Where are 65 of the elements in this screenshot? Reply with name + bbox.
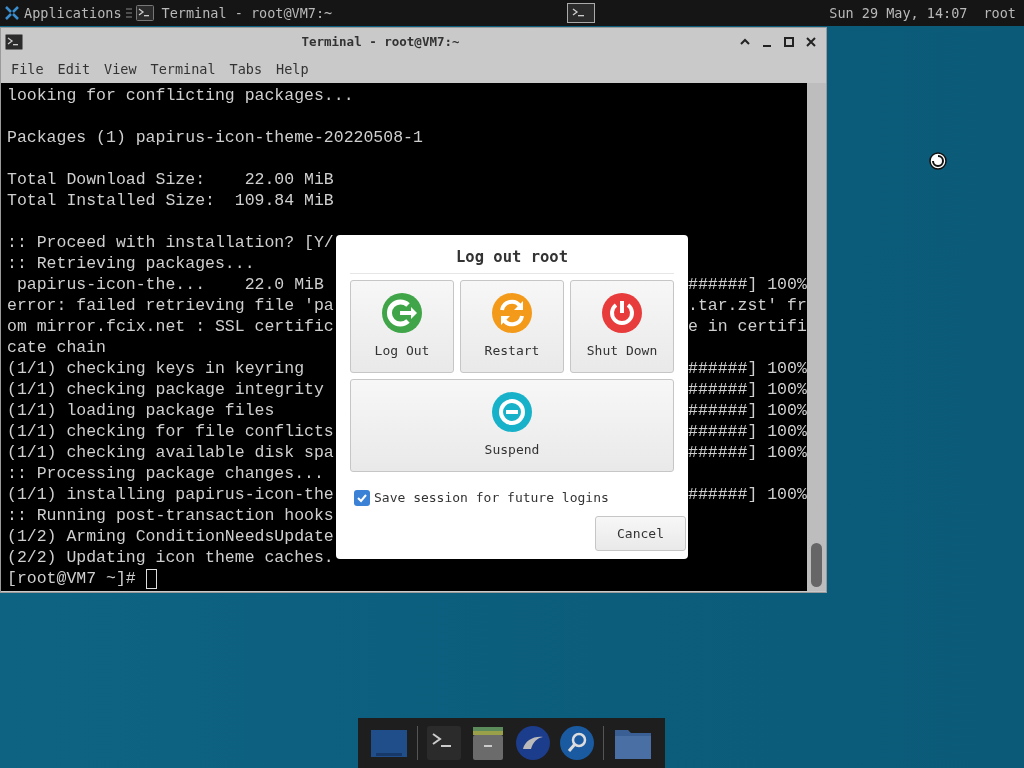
menu-item[interactable]: File	[5, 59, 52, 80]
terminal-line: (2/2) Updating icon theme caches.	[7, 547, 334, 568]
applications-menu[interactable]: Applications	[24, 2, 122, 24]
menu-item[interactable]: Help	[270, 59, 317, 80]
menu-item[interactable]: Terminal	[144, 59, 224, 80]
terminal-line: looking for conflicting packages...	[7, 85, 354, 106]
terminal-line: papirus-icon-the... 22.0 MiB	[15, 274, 324, 295]
handle-icon	[125, 7, 132, 19]
terminal-line: :: Processing package changes...	[7, 463, 324, 484]
terminal-line: e in certifi	[688, 316, 807, 337]
terminal-line: Total Installed Size: 109.84 MiB	[7, 190, 334, 211]
text-cursor	[145, 568, 157, 589]
save-session-checkbox[interactable]	[354, 489, 370, 506]
terminal-icon[interactable]	[425, 725, 462, 761]
suspend-button[interactable]: Suspend	[350, 379, 674, 472]
cancel-button[interactable]: Cancel	[595, 516, 686, 551]
window-title: Terminal - root@VM7:~	[300, 32, 461, 51]
terminal-line: ######] 100%	[688, 421, 807, 442]
app-menu-logo-icon[interactable]	[4, 5, 20, 21]
log-out-button[interactable]: Log Out	[350, 280, 454, 373]
user-name[interactable]: root	[983, 2, 1016, 24]
menu-item[interactable]: Tabs	[223, 59, 271, 80]
dialog-title: Log out root	[456, 247, 568, 269]
terminal-line: (1/1) checking package integrity	[7, 379, 324, 400]
taskbar-window-button[interactable]: Terminal - root@VM7:~	[161, 2, 333, 24]
terminal-line: :: Proceed with installation? [Y/	[7, 232, 334, 253]
terminal-line: ######] 100%	[688, 274, 807, 295]
terminal-icon[interactable]	[135, 5, 154, 21]
terminal-launcher-icon[interactable]	[566, 3, 595, 23]
search-icon[interactable]	[559, 725, 596, 761]
terminal-line: (1/1) loading package files	[7, 400, 275, 421]
terminal-line: ######] 100%	[688, 442, 807, 463]
terminal-icon	[5, 34, 23, 50]
menu-item[interactable]: View	[98, 59, 145, 80]
shut-down-button[interactable]: Shut Down	[570, 280, 674, 373]
terminal-line: :: Running post-transaction hooks	[7, 505, 334, 526]
power-icon	[602, 292, 642, 333]
terminal-line: (1/1) checking available disk spa	[7, 442, 334, 463]
terminal-line: ######] 100%	[688, 484, 807, 505]
terminal-line: ######] 100%	[688, 400, 807, 421]
clock[interactable]: Sun 29 May, 14:07	[829, 2, 968, 24]
log-out-icon	[382, 292, 422, 333]
maximize-icon[interactable]	[782, 35, 796, 49]
terminal-prompt: [root@VM7 ~]#	[7, 569, 136, 588]
terminal-line: ######] 100%	[688, 379, 807, 400]
terminal-line: ######] 100%	[688, 358, 807, 379]
terminal-line: (1/2) Arming ConditionNeedsUpdate	[7, 526, 334, 547]
terminal-line: error: failed retrieving file 'pa	[7, 295, 334, 316]
terminal-line: om mirror.fcix.net : SSL certific	[7, 316, 334, 337]
close-icon[interactable]	[804, 35, 818, 49]
suspend-icon	[492, 391, 532, 432]
menu-item[interactable]: Edit	[51, 59, 99, 80]
restart-icon	[492, 292, 532, 333]
terminal-line: Packages (1) papirus-icon-theme-20220508-1	[7, 127, 423, 148]
terminal-line: (1/1) installing papirus-icon-the	[7, 484, 334, 505]
terminal-line: :: Retrieving packages...	[7, 253, 255, 274]
restart-button[interactable]: Restart	[460, 280, 564, 373]
terminal-line: Total Download Size: 22.00 MiB	[7, 169, 334, 190]
terminal-line: cate chain	[7, 337, 107, 358]
terminal-line: .tar.zst' fr	[688, 295, 807, 316]
terminal-line: (1/1) checking keys in keyring	[7, 358, 305, 379]
checkbox-label: Save session for future logins	[374, 489, 609, 507]
terminal-line: (1/1) checking for file conflicts	[7, 421, 334, 442]
globe-icon[interactable]	[514, 725, 551, 761]
busy-cursor-icon	[929, 152, 947, 170]
